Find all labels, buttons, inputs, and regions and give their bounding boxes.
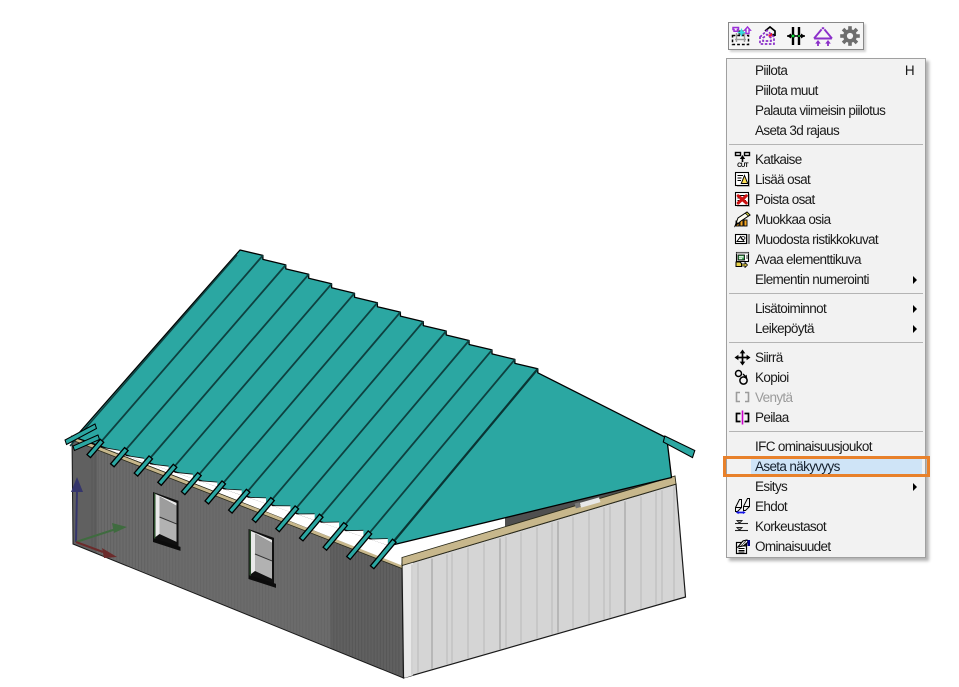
- svg-text:CUT: CUT: [737, 162, 749, 168]
